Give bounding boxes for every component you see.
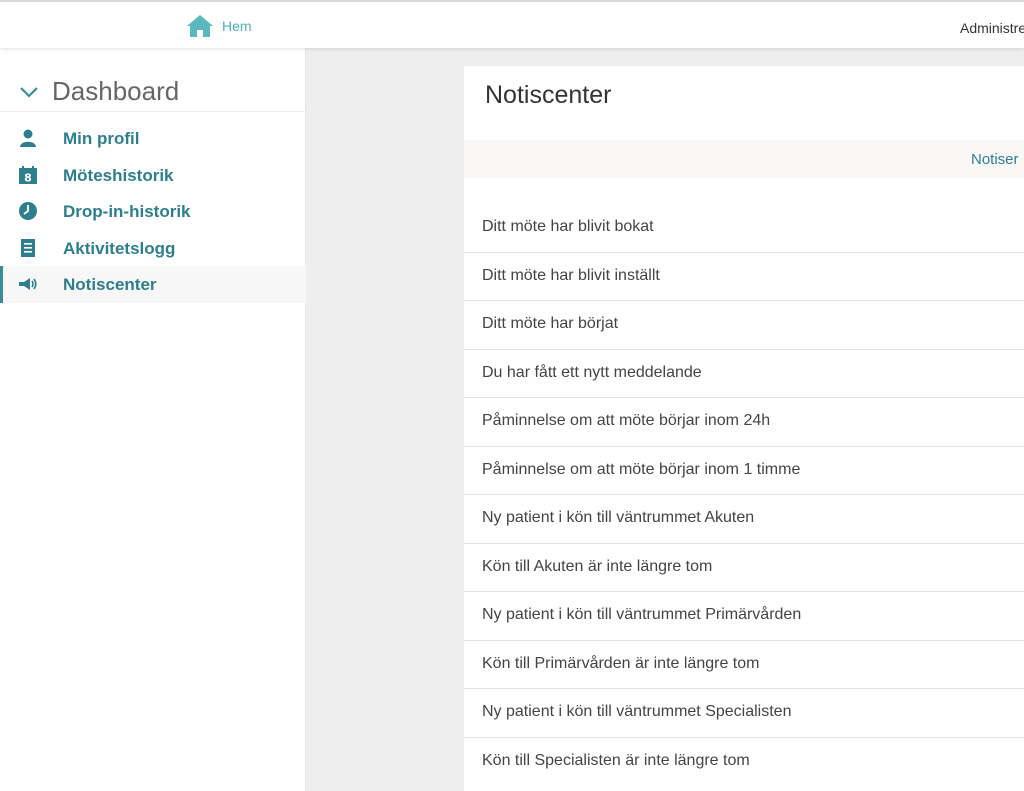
notification-label: Ny patient i kön till väntrummet Special…	[482, 703, 792, 720]
list-item[interactable]: Ny patient i kön till väntrummet Akuten	[464, 495, 1024, 544]
megaphone-icon	[18, 274, 38, 294]
clock-icon	[18, 201, 38, 221]
sidebar-item-label: Drop-in-historik	[63, 202, 191, 221]
sidebar-title: Dashboard	[52, 76, 180, 106]
sidebar-item-label: Notiscenter	[63, 275, 157, 294]
list-item[interactable]: Påminnelse om att möte börjar inom 24h	[464, 398, 1024, 447]
notification-label: Påminnelse om att möte börjar inom 1 tim…	[482, 460, 801, 478]
home-link[interactable]: Hem	[186, 14, 252, 38]
notification-center-panel: Notiscenter Notiser Ditt möte har blivit…	[464, 66, 1024, 791]
list-item[interactable]: Kön till Primärvården är inte längre tom	[464, 641, 1024, 689]
notification-label: Ny patient i kön till väntrummet Primärv…	[482, 606, 802, 623]
sidebar-item-notiscenter[interactable]: Notiscenter	[0, 266, 306, 303]
notification-label: Ny patient i kön till väntrummet Akuten	[482, 509, 755, 526]
list-item[interactable]: Ditt möte har blivit inställt	[464, 253, 1024, 301]
list-item[interactable]: Ditt möte har blivit bokat	[464, 204, 1024, 253]
notification-label: Ditt möte har börjat	[482, 315, 619, 332]
top-navigation-bar: Hem Administre	[0, 0, 1024, 48]
sidebar-item-label: Aktivitetslogg	[63, 238, 176, 258]
list-item[interactable]: Ny patient i kön till väntrummet Special…	[464, 689, 1024, 738]
home-label: Hem	[222, 18, 252, 34]
sidebar-item-label: Min profil	[63, 129, 140, 148]
notification-label: Ditt möte har blivit bokat	[482, 218, 654, 235]
tab-notiser[interactable]: Notiser	[971, 151, 1019, 168]
list-item[interactable]: Du har fått ett nytt meddelande	[464, 350, 1024, 398]
list-item[interactable]: Påminnelse om att möte börjar inom 1 tim…	[464, 447, 1024, 495]
list-item[interactable]: Kön till Specialisten är inte längre tom	[464, 738, 1024, 787]
sidebar-item-min-profil[interactable]: Min profil	[0, 120, 306, 157]
notification-label: Ditt möte har blivit inställt	[482, 266, 660, 284]
user-icon	[18, 128, 38, 148]
notification-label: Påminnelse om att möte börjar inom 24h	[482, 412, 771, 429]
svg-text:8: 8	[24, 171, 32, 184]
sidebar-item-moteshistorik[interactable]: 8 Möteshistorik	[0, 157, 306, 194]
home-icon	[186, 14, 214, 38]
sidebar-item-aktivitetslogg[interactable]: Aktivitetslogg	[0, 230, 306, 267]
notification-label: Kön till Specialisten är inte längre tom	[482, 751, 750, 769]
sidebar-item-drop-in-historik[interactable]: Drop-in-historik	[0, 193, 306, 230]
admin-menu[interactable]: Administre	[960, 20, 1024, 36]
sidebar-nav: Min profil 8 Möteshistorik Drop-in-histo…	[0, 120, 306, 303]
page-title: Notiscenter	[485, 81, 612, 109]
notification-list: Ditt möte har blivit bokat Ditt möte har…	[464, 204, 1024, 786]
notification-label: Kön till Primärvården är inte längre tom	[482, 654, 760, 672]
list-item[interactable]: Ditt möte har börjat	[464, 301, 1024, 350]
document-icon	[18, 238, 38, 258]
calendar-icon: 8	[18, 165, 38, 185]
notification-label: Kön till Akuten är inte längre tom	[482, 557, 713, 575]
list-item[interactable]: Ny patient i kön till väntrummet Primärv…	[464, 592, 1024, 641]
sidebar-dashboard-toggle[interactable]: Dashboard	[0, 76, 306, 112]
sidebar-item-label: Möteshistorik	[63, 165, 174, 185]
notification-label: Du har fått ett nytt meddelande	[482, 363, 702, 381]
list-item[interactable]: Kön till Akuten är inte längre tom	[464, 544, 1024, 592]
sidebar: Dashboard Min profil 8 Möteshistorik Dro…	[0, 48, 306, 791]
panel-tab-bar: Notiser	[464, 140, 1024, 178]
